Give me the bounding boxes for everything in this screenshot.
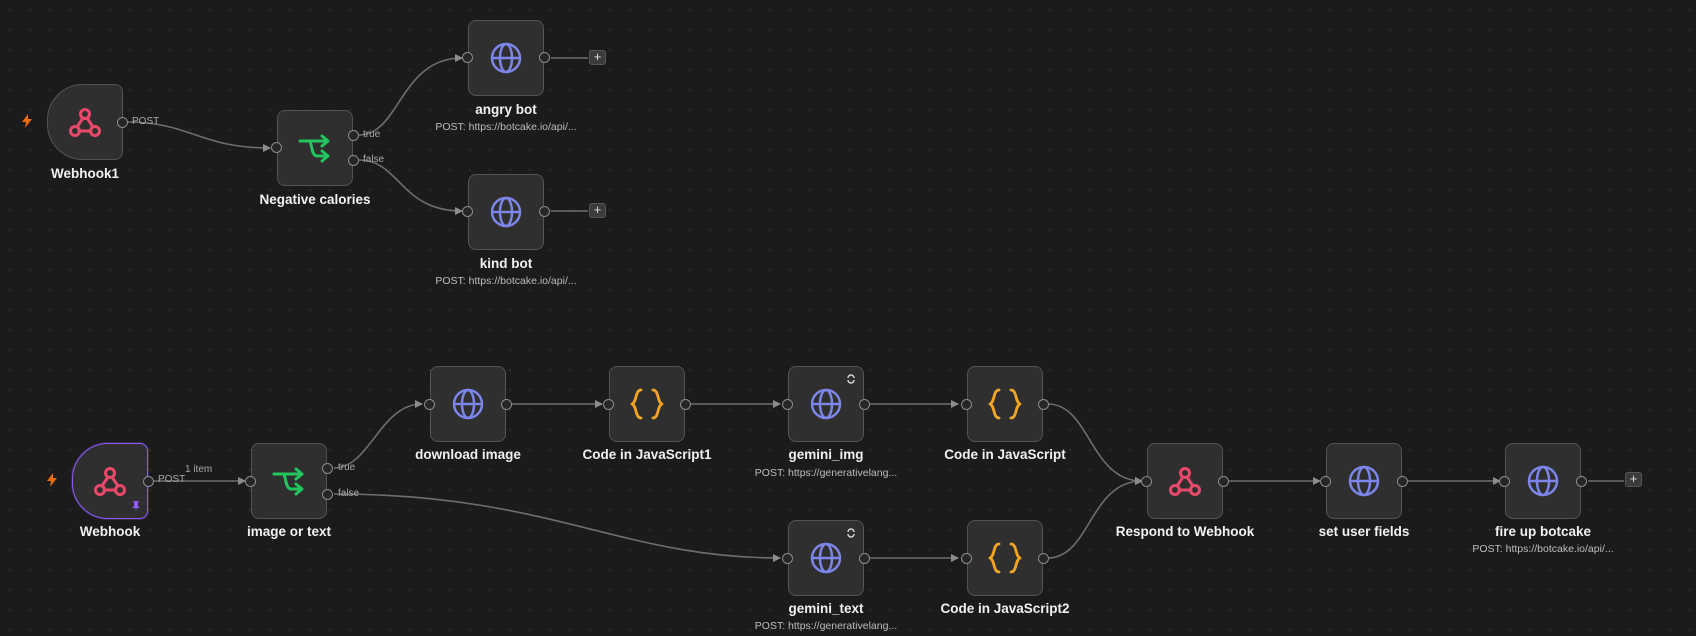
input-port[interactable] xyxy=(961,399,972,410)
trigger-bolt-icon xyxy=(47,473,57,487)
node-set-user-fields[interactable] xyxy=(1326,443,1402,519)
if-icon xyxy=(298,134,330,163)
node-label: Webhook xyxy=(79,524,141,539)
connection-negative-kindbot[interactable] xyxy=(358,159,463,215)
output-port[interactable] xyxy=(680,399,691,410)
edge-label-true: true xyxy=(363,129,381,140)
node-label: gemini_text xyxy=(788,601,864,616)
node-label: gemini_img xyxy=(788,447,864,462)
globe-icon xyxy=(452,388,484,420)
if-icon xyxy=(272,467,304,496)
edge-label-item-count: 1 item xyxy=(185,464,213,475)
node-code-in-javascript1[interactable] xyxy=(609,366,685,442)
connection-code-respond[interactable] xyxy=(1047,403,1143,485)
node-respond-to-webhook[interactable] xyxy=(1147,443,1223,519)
connection-imageortext-geminitext[interactable] xyxy=(333,493,781,562)
connection-code2-respond[interactable] xyxy=(1047,477,1143,559)
output-port[interactable] xyxy=(143,476,154,487)
globe-icon xyxy=(490,196,522,228)
add-node-button[interactable]: + xyxy=(589,50,606,65)
output-port-false[interactable] xyxy=(322,489,333,500)
output-port[interactable] xyxy=(501,399,512,410)
node-label: set user fields xyxy=(1318,524,1410,539)
node-label: download image xyxy=(415,447,521,462)
node-webhook1[interactable] xyxy=(47,84,123,160)
input-port[interactable] xyxy=(1499,476,1510,487)
code-braces-icon xyxy=(988,542,1022,574)
input-port[interactable] xyxy=(424,399,435,410)
edge-label-post: POST xyxy=(132,116,160,127)
webhook-icon xyxy=(94,467,126,496)
node-label: Negative calories xyxy=(259,192,371,207)
globe-icon xyxy=(810,388,842,420)
node-subtitle: POST: https://generativelang... xyxy=(754,467,898,479)
input-port[interactable] xyxy=(462,52,473,63)
node-image-or-text[interactable] xyxy=(251,443,327,519)
globe-icon xyxy=(1348,465,1380,497)
input-port[interactable] xyxy=(782,553,793,564)
globe-icon xyxy=(490,42,522,74)
node-download-image[interactable] xyxy=(430,366,506,442)
node-subtitle: POST: https://botcake.io/api/... xyxy=(435,275,577,287)
node-subtitle: POST: https://botcake.io/api/... xyxy=(435,121,577,133)
output-port-false[interactable] xyxy=(348,155,359,166)
globe-icon xyxy=(1527,465,1559,497)
node-label: Code in JavaScript xyxy=(944,447,1066,462)
output-port[interactable] xyxy=(1576,476,1587,487)
node-label: Code in JavaScript2 xyxy=(940,601,1070,616)
output-port[interactable] xyxy=(1038,399,1049,410)
input-port[interactable] xyxy=(782,399,793,410)
edge-label-false: false xyxy=(338,488,360,499)
output-port[interactable] xyxy=(539,52,550,63)
node-subtitle: POST: https://botcake.io/api/... xyxy=(1472,543,1614,555)
output-port-true[interactable] xyxy=(322,463,333,474)
node-label: Code in JavaScript1 xyxy=(582,447,712,462)
webhook-icon xyxy=(1169,467,1201,496)
node-subtitle: POST: https://generativelang... xyxy=(754,620,898,632)
output-port[interactable] xyxy=(1397,476,1408,487)
output-port[interactable] xyxy=(859,553,870,564)
webhook-icon xyxy=(69,108,101,137)
retry-icon xyxy=(847,374,855,384)
output-port[interactable] xyxy=(859,399,870,410)
edge-label-post: POST xyxy=(158,474,186,485)
connection-imageortext-download[interactable] xyxy=(333,400,423,469)
node-negative-calories[interactable] xyxy=(277,110,353,186)
pin-icon xyxy=(132,501,140,512)
node-label: Webhook1 xyxy=(50,166,120,181)
node-fire-up-botcake[interactable] xyxy=(1505,443,1581,519)
output-port[interactable] xyxy=(1218,476,1229,487)
node-angry-bot[interactable] xyxy=(468,20,544,96)
add-node-button[interactable]: + xyxy=(1625,472,1642,487)
node-label: angry bot xyxy=(475,102,537,117)
output-port[interactable] xyxy=(539,206,550,217)
output-port[interactable] xyxy=(1038,553,1049,564)
output-port-true[interactable] xyxy=(348,130,359,141)
node-label: image or text xyxy=(246,524,332,539)
input-port[interactable] xyxy=(462,206,473,217)
edge-label-false: false xyxy=(363,154,385,165)
node-label: fire up botcake xyxy=(1494,524,1592,539)
edge-label-true: true xyxy=(338,462,356,473)
input-port[interactable] xyxy=(245,476,256,487)
node-kind-bot[interactable] xyxy=(468,174,544,250)
globe-icon xyxy=(810,542,842,574)
input-port[interactable] xyxy=(1141,476,1152,487)
input-port[interactable] xyxy=(1320,476,1331,487)
retry-icon xyxy=(847,528,855,538)
node-code-in-javascript[interactable] xyxy=(967,366,1043,442)
trigger-bolt-icon xyxy=(22,114,32,128)
node-label: kind bot xyxy=(479,256,533,271)
node-code-in-javascript2[interactable] xyxy=(967,520,1043,596)
node-label: Respond to Webhook xyxy=(1115,524,1255,539)
input-port[interactable] xyxy=(271,142,282,153)
add-node-button[interactable]: + xyxy=(589,203,606,218)
input-port[interactable] xyxy=(603,399,614,410)
input-port[interactable] xyxy=(961,553,972,564)
code-braces-icon xyxy=(630,388,664,420)
output-port[interactable] xyxy=(117,117,128,128)
code-braces-icon xyxy=(988,388,1022,420)
